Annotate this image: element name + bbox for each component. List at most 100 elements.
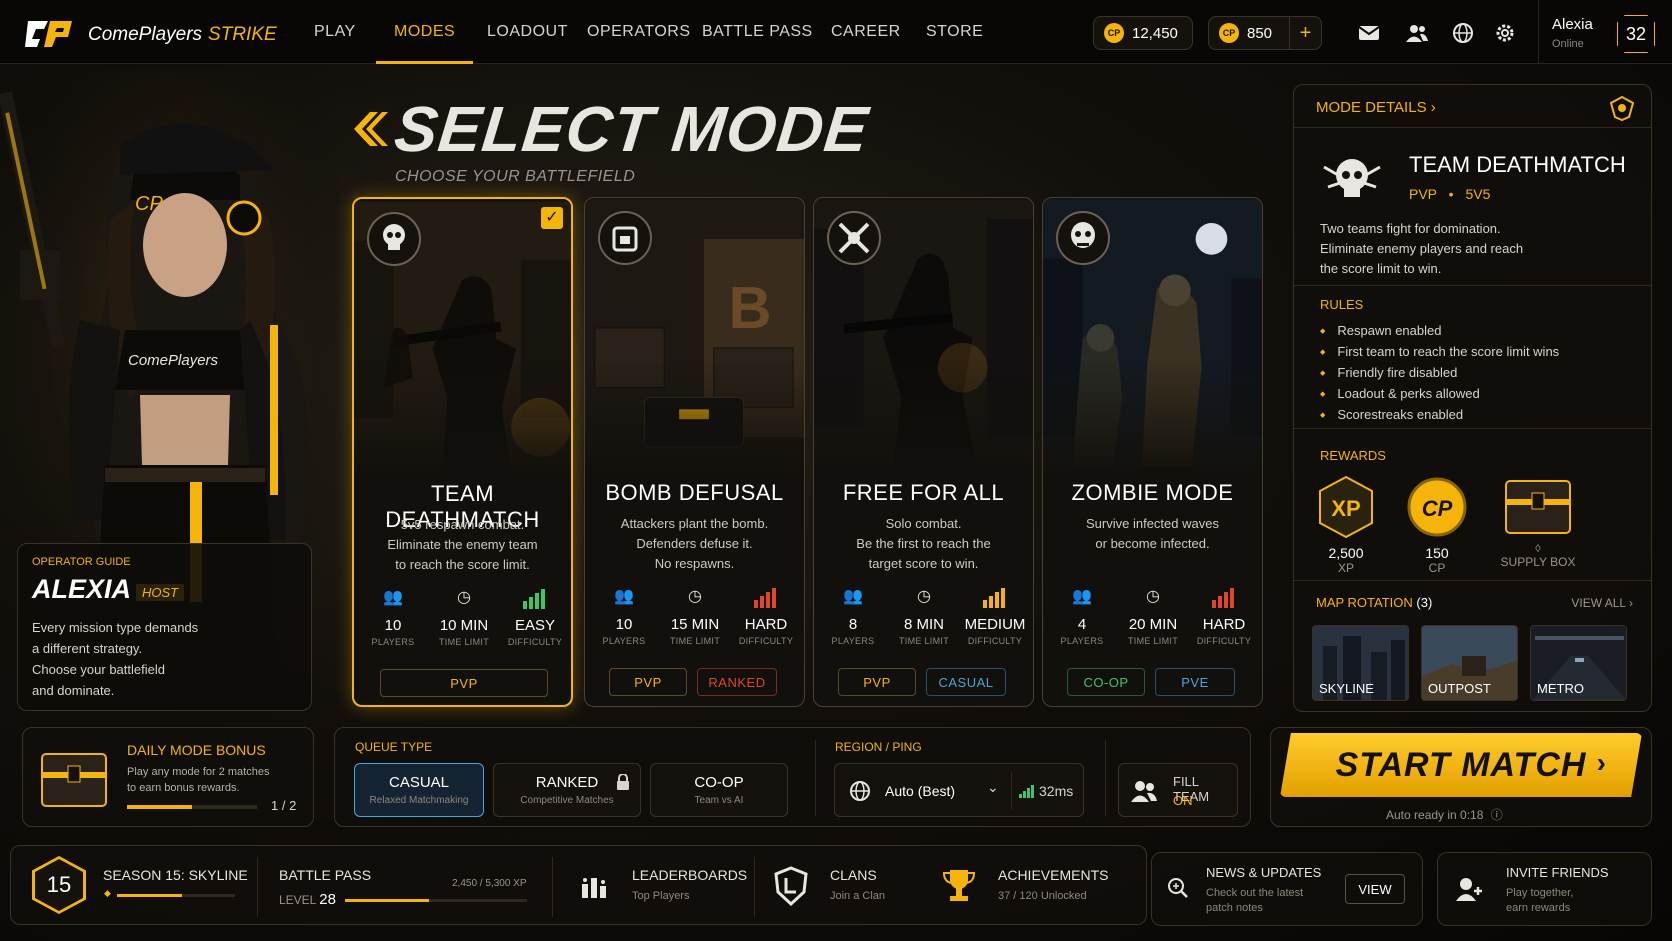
news-updates-card: NEWS & UPDATES Check out the latest patc… bbox=[1151, 852, 1423, 926]
operator-guide-text: Every mission type demands a different s… bbox=[32, 617, 198, 701]
invite-friends-card[interactable]: INVITE FRIENDS Play together, earn rewar… bbox=[1437, 852, 1652, 926]
mode-card-bomb-defusal[interactable]: B BOMB DEFUSAL Attackers plant the bomb.… bbox=[584, 197, 805, 707]
player-level-badge[interactable]: 32 bbox=[1617, 15, 1655, 53]
link-sub: Top Players bbox=[632, 890, 690, 902]
nav-modes[interactable]: MODES bbox=[375, 0, 474, 64]
mode-title: ZOMBIE MODE bbox=[1071, 480, 1234, 505]
premium-balance: CP 850 + bbox=[1208, 16, 1322, 50]
guide-line: Choose your battlefield bbox=[32, 662, 165, 677]
players-value: 10 bbox=[615, 616, 633, 633]
time-label: TIME LIMIT bbox=[899, 636, 949, 646]
info-icon[interactable]: ⓘ bbox=[1491, 808, 1503, 822]
desc-line: Play any mode for 2 matches bbox=[127, 766, 270, 778]
reward-unit: XP bbox=[1337, 561, 1354, 575]
desc-line: No respawns. bbox=[654, 556, 735, 571]
zombie-emblem-icon bbox=[1056, 211, 1110, 265]
divider bbox=[1294, 428, 1651, 429]
nav-store[interactable]: STORE bbox=[926, 0, 983, 64]
username[interactable]: Alexia bbox=[1552, 16, 1593, 33]
mode-card-team-deathmatch[interactable]: ✓ TEAM DEATHMATCH 5v5 respawn combat. El… bbox=[352, 197, 573, 707]
news-sub: Check out the latest patch notes bbox=[1206, 886, 1303, 916]
reward-value: 150 bbox=[1425, 545, 1449, 561]
desc-line: Be the first to reach the bbox=[856, 536, 991, 551]
map-metro[interactable]: METRO bbox=[1530, 625, 1627, 701]
desc-line: Survive infected waves bbox=[1086, 516, 1219, 531]
nav-battle-pass[interactable]: BATTLE PASS bbox=[702, 0, 813, 64]
chevron-down-icon: ⌄ bbox=[987, 779, 999, 795]
tag-pvp: PVP bbox=[609, 668, 687, 696]
add-currency-button[interactable]: + bbox=[1289, 17, 1321, 49]
team-icon bbox=[1131, 781, 1157, 802]
card-fade bbox=[354, 359, 571, 479]
divider bbox=[552, 857, 553, 917]
desc-line: Eliminate the enemy team bbox=[387, 537, 538, 552]
desc-line: Solo combat. bbox=[885, 516, 962, 531]
region-label: REGION / PING bbox=[835, 740, 922, 754]
clans-link[interactable]: CLANS Join a Clan bbox=[768, 860, 918, 916]
fill-team-toggle[interactable]: FILL TEAM ON bbox=[1118, 763, 1238, 817]
rule-item: Loadout & perks allowed bbox=[1320, 383, 1559, 404]
time-label: TIME LIMIT bbox=[670, 636, 720, 646]
brand-logo-icon[interactable] bbox=[24, 15, 76, 53]
meta-pvp: PVP bbox=[1409, 186, 1437, 202]
cp-coin-balance[interactable]: CP 12,450 bbox=[1093, 16, 1193, 50]
view-all-maps-link[interactable]: VIEW ALL › bbox=[1571, 596, 1633, 610]
map-rotation-text: MAP ROTATION bbox=[1316, 595, 1413, 610]
map-name: SKYLINE bbox=[1319, 681, 1374, 696]
queue-ranked-button[interactable]: RANKED Competitive Matches bbox=[493, 763, 641, 817]
chevron-right-icon: › bbox=[1596, 747, 1606, 778]
map-outpost[interactable]: OUTPOST bbox=[1421, 625, 1518, 701]
map-skyline[interactable]: SKYLINE bbox=[1312, 625, 1409, 701]
queue-casual-button[interactable]: CASUAL Relaxed Matchmaking bbox=[354, 763, 484, 817]
premium-coin-icon: CP bbox=[1219, 23, 1239, 43]
friends-icon[interactable] bbox=[1406, 22, 1428, 44]
tag-casual: CASUAL bbox=[926, 668, 1006, 696]
players-value: 10 bbox=[384, 617, 402, 634]
guide-line: and dominate. bbox=[32, 683, 115, 698]
nav-play[interactable]: PLAY bbox=[314, 0, 356, 64]
rule-item: Friendly fire disabled bbox=[1320, 362, 1559, 383]
skull-icon bbox=[1323, 159, 1381, 197]
globe-icon[interactable] bbox=[1452, 22, 1474, 44]
mode-details-panel: MODE DETAILS › TEAM DEATHMATCH PVP • 5V5… bbox=[1293, 84, 1652, 712]
mode-title: FREE FOR ALL bbox=[842, 480, 1005, 505]
players-value: 8 bbox=[848, 616, 858, 633]
start-match-button[interactable]: START MATCH › bbox=[1280, 733, 1642, 797]
achievements-link[interactable]: ACHIEVEMENTS 37 / 120 Unlocked bbox=[922, 860, 1132, 916]
rank-emblem-icon bbox=[1609, 95, 1635, 121]
desc-line: the score limit to win. bbox=[1320, 261, 1442, 276]
skull-emblem-icon bbox=[367, 212, 421, 266]
leaderboards-link[interactable]: LEADERBOARDS Top Players bbox=[570, 860, 748, 916]
season-progress-fill bbox=[117, 894, 182, 897]
nav-career[interactable]: CAREER bbox=[831, 0, 901, 64]
settings-gear-icon[interactable] bbox=[1494, 22, 1516, 44]
signal-bars-icon bbox=[1019, 785, 1034, 798]
divider bbox=[1105, 740, 1106, 816]
desc-line: to reach the score limit. bbox=[395, 557, 530, 572]
divider bbox=[1294, 580, 1651, 581]
news-view-button[interactable]: VIEW bbox=[1345, 874, 1405, 904]
difficulty-bars-icon bbox=[960, 586, 1030, 610]
queue-co-op-button[interactable]: CO-OP Team vs AI bbox=[650, 763, 788, 817]
time-label: TIME LIMIT bbox=[439, 637, 489, 647]
battle-pass-level: LEVEL 28 bbox=[279, 891, 336, 908]
rules-list: Respawn enabled First team to reach the … bbox=[1320, 320, 1559, 425]
battle-pass-progress-track bbox=[345, 899, 527, 902]
mode-details-header[interactable]: MODE DETAILS › bbox=[1316, 99, 1436, 116]
mode-description: Attackers plant the bomb. Defenders defu… bbox=[595, 514, 794, 574]
mail-icon[interactable] bbox=[1358, 22, 1380, 44]
invite-sub: Play together, earn rewards bbox=[1506, 886, 1573, 916]
back-chevrons-icon[interactable] bbox=[350, 112, 388, 146]
link-title: LEADERBOARDS bbox=[632, 867, 748, 883]
nav-operators[interactable]: OPERATORS bbox=[587, 0, 690, 64]
battle-pass-xp: 2,450 / 5,300 XP bbox=[452, 878, 527, 889]
nav-loadout[interactable]: LOADOUT bbox=[487, 0, 568, 64]
reward-cp: CP 150 CP bbox=[1397, 475, 1477, 575]
time-value: 8 MIN bbox=[903, 616, 944, 633]
mode-card-free-for-all[interactable]: FREE FOR ALL Solo combat. Be the first t… bbox=[813, 197, 1034, 707]
map-name: METRO bbox=[1537, 681, 1584, 696]
region-select[interactable]: Auto (Best) ⌄ 32ms bbox=[834, 763, 1084, 817]
season-diamond-icon: ◆ bbox=[104, 888, 111, 898]
mode-card-zombie-mode[interactable]: ZOMBIE MODE Survive infected waves or be… bbox=[1042, 197, 1263, 707]
difficulty-bars-icon bbox=[500, 587, 570, 611]
